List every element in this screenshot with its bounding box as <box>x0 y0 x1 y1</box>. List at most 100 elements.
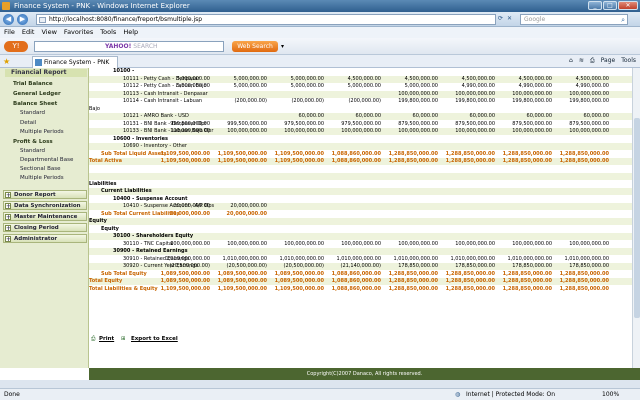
row-value-period-1: 1,089,500,000.00 <box>160 278 210 284</box>
row-value-period-8: 1,288,850,000.00 <box>559 158 609 164</box>
table-row: Sub Total Current Liabilities 20,000,000.… <box>89 211 632 218</box>
sidebar-section-data-sync[interactable]: + Data Synchronization <box>3 201 87 210</box>
row-value-period-7: 100,000,000.00 <box>512 128 552 134</box>
excel-icon[interactable]: ⊞ <box>121 336 126 342</box>
row-label: Equity <box>101 225 119 232</box>
print-link[interactable]: Print <box>99 336 114 342</box>
menu-file[interactable]: File <box>4 27 15 38</box>
row-value-period-5: 1,010,000,000.00 <box>393 255 438 262</box>
sidebar-item-balance-sheet[interactable]: Balance Sheet <box>0 100 89 108</box>
row-value-period-8: 4,500,000.00 <box>575 75 609 82</box>
feeds-icon[interactable]: ≋ <box>579 57 584 65</box>
sidebar-section-master-maintenance[interactable]: + Master Maintenance <box>3 212 87 221</box>
print-toolbar-icon[interactable]: ⎙ <box>590 57 595 65</box>
row-value-period-5: 1,288,850,000.00 <box>388 285 438 292</box>
row-value-period-2: 1,109,500,000.00 <box>217 285 267 292</box>
sidebar-item-profit-loss[interactable]: Profit & Loss <box>0 138 89 146</box>
row-value-period-7: 1,288,850,000.00 <box>502 150 552 157</box>
row-value-period-8: 879,500,000.00 <box>569 120 609 127</box>
sidebar-section-administrator[interactable]: + Administrator <box>3 234 87 243</box>
sidebar-item-bs-multiple-periods[interactable]: Multiple Periods <box>0 128 89 136</box>
sidebar-section-financial-report[interactable]: Financial Report <box>5 69 87 77</box>
row-value-period-3: 1,089,500,000.00 <box>274 270 324 277</box>
scrollbar-thumb[interactable] <box>634 118 640 318</box>
sidebar-item-pl-standard[interactable]: Standard <box>0 147 89 155</box>
row-value-period-4: 979,500,000.00 <box>341 120 381 127</box>
table-row: 30920 - Current Year Earnings (20,500,000… <box>89 263 632 270</box>
row-label: Total Equity <box>89 278 123 284</box>
row-value-period-4: 4,500,000.00 <box>347 75 381 82</box>
row-value-period-7: 100,000,000.00 <box>512 240 552 247</box>
table-row <box>89 173 632 180</box>
favorites-star-icon[interactable]: ★ <box>3 57 10 66</box>
window-title: Finance System - PNK - Windows Internet … <box>14 2 190 10</box>
menu-favorites[interactable]: Favorites <box>64 27 93 38</box>
row-value-period-6: 1,288,850,000.00 <box>445 285 495 292</box>
table-row: 10410 - Suspense Account - A/P Ops 20,000… <box>89 203 632 210</box>
back-icon[interactable]: ◀ <box>3 14 14 25</box>
sidebar-item-pl-sectional[interactable]: Sectional Base <box>0 165 89 173</box>
sidebar-section-donor-report[interactable]: + Donor Report <box>3 190 87 199</box>
print-icon[interactable]: ⎙ <box>91 336 95 343</box>
yahoo-toolbar: Y! YAHOO! SEARCH Web Search ▾ <box>0 38 640 55</box>
chevron-down-icon[interactable]: ▾ <box>281 41 284 52</box>
url-field[interactable]: http://localhost:8080/finance/freport/bs… <box>36 14 496 25</box>
search-icon[interactable]: ⌕ <box>621 16 625 25</box>
row-value-period-2: 1,089,500,000.00 <box>217 278 267 284</box>
refresh-icon[interactable]: ⟳ <box>498 15 503 22</box>
search-field[interactable]: Google ⌕ <box>520 14 628 25</box>
vertical-scrollbar[interactable] <box>632 68 640 368</box>
row-value-period-1: 100,000,000.00 <box>170 128 210 134</box>
row-value-period-8: 100,000,000.00 <box>569 240 609 247</box>
row-value-period-2: 20,000,000.00 <box>230 203 267 209</box>
menu-help[interactable]: Help <box>123 27 138 38</box>
row-value-period-8: 100,000,000.00 <box>569 128 609 134</box>
sidebar-item-pl-departmental[interactable]: Departmental Base <box>0 156 89 164</box>
sidebar-item-pl-multiple-periods[interactable]: Multiple Periods <box>0 174 89 182</box>
yahoo-search-word: SEARCH <box>133 43 158 50</box>
sidebar-item-bs-detail[interactable]: Detail <box>0 119 89 127</box>
expand-icon: + <box>5 214 12 221</box>
window-bottom-edge <box>0 380 640 388</box>
minimize-button[interactable]: _ <box>588 1 602 10</box>
menu-tools[interactable]: Tools <box>100 27 116 38</box>
tools-menu[interactable]: Tools <box>621 57 636 65</box>
sidebar-item-bs-standard[interactable]: Standard <box>0 109 89 117</box>
section-label: Closing Period <box>14 225 59 231</box>
row-value-period-7: 1,288,850,000.00 <box>502 270 552 277</box>
stop-icon[interactable]: ✕ <box>507 15 512 22</box>
row-value-period-8: 1,010,000,000.00 <box>564 255 609 262</box>
forward-icon[interactable]: ▶ <box>17 14 28 25</box>
row-value-period-3: 60,000.00 <box>298 113 324 119</box>
row-value-period-7: 60,000.00 <box>526 113 552 119</box>
row-value-period-2: (20,500,000.00) <box>226 263 267 269</box>
ie-app-icon <box>2 2 10 10</box>
row-value-period-3: 100,000,000.00 <box>284 240 324 247</box>
row-value-period-6: 100,000,000.00 <box>455 128 495 134</box>
row-value-period-6: 4,990,000.00 <box>461 83 495 89</box>
maximize-button[interactable]: □ <box>603 1 617 10</box>
row-label: Sub Total Equity <box>101 270 147 277</box>
sidebar-section-closing-period[interactable]: + Closing Period <box>3 223 87 232</box>
browser-tab[interactable]: Finance System - PNK <box>32 56 118 68</box>
sidebar-item-general-ledger[interactable]: General Ledger <box>0 90 89 98</box>
menu-view[interactable]: View <box>41 27 56 38</box>
home-icon[interactable]: ⌂ <box>569 57 573 65</box>
page-menu[interactable]: Page <box>601 57 616 65</box>
menu-edit[interactable]: Edit <box>22 27 35 38</box>
row-value-period-1: 999,500,000.00 <box>170 120 210 127</box>
export-excel-link[interactable]: Export to Excel <box>131 336 178 342</box>
row-label: 30100 - Shareholders Equity <box>113 233 194 239</box>
web-search-button[interactable]: Web Search <box>232 41 278 52</box>
yahoo-badge[interactable]: Y! <box>4 41 28 52</box>
table-row: Total Liabilities & Equity 1,109,500,000.… <box>89 286 632 293</box>
close-button[interactable]: ✕ <box>618 1 638 10</box>
row-value-period-5: 60,000.00 <box>412 113 438 119</box>
zoom-level[interactable]: 100% <box>602 389 619 400</box>
sidebar-item-trial-balance[interactable]: Trial Balance <box>0 80 89 88</box>
yahoo-search-input[interactable]: YAHOO! SEARCH <box>34 41 224 52</box>
row-value-period-3: 1,010,000,000.00 <box>279 255 324 262</box>
row-value-period-6: 1,288,850,000.00 <box>445 278 495 284</box>
row-label: 10100 - <box>113 68 135 74</box>
search-placeholder: Google <box>524 16 546 23</box>
